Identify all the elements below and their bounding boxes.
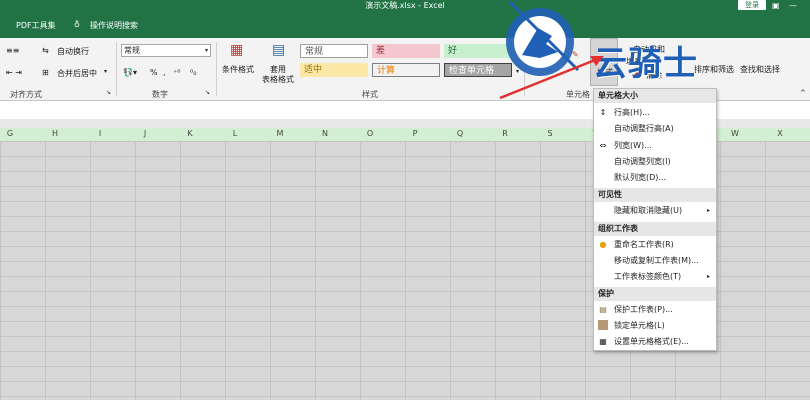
comma-icon[interactable]: , [163,68,166,77]
style-calculation[interactable]: 计算 [372,63,440,77]
menu-section-cell-size: 单元格大小 [594,89,716,103]
column-header[interactable]: M [270,129,290,138]
lightbulb-icon: ♁ [74,20,80,29]
dialog-launcher-icon[interactable]: ↘ [205,89,210,96]
column-header[interactable]: H [45,129,65,138]
column-header[interactable]: S [540,129,560,138]
merge-center-button[interactable]: 合并后居中 [57,68,97,79]
column-header[interactable]: N [315,129,335,138]
style-normal[interactable]: 常规 [300,44,368,58]
divider [216,42,217,96]
protect-sheet-icon: ▤ [599,305,607,314]
percent-icon[interactable]: % [150,68,158,77]
style-neutral[interactable]: 适中 [300,63,368,77]
align-icons[interactable]: ≡≡ [6,46,19,55]
collapse-ribbon-icon[interactable]: ^ [800,89,806,97]
chevron-down-icon: ▾ [204,47,208,54]
conditional-format-icon: ▦ [230,42,244,58]
indent-icons[interactable]: ⇤ ⇥ [6,68,22,77]
format-dropdown-menu: 单元格大小 ⇕ 行高(H)... 自动调整行高(A) ⇔ 列宽(W)... 自动… [593,88,717,351]
style-bad[interactable]: 差 [372,44,440,58]
column-header[interactable]: X [770,129,790,138]
column-header[interactable]: G [0,129,20,138]
table-format-icon: ▤ [272,42,286,58]
table-format-line2[interactable]: 表格格式 [262,74,294,85]
column-header[interactable]: P [405,129,425,138]
increase-decimal-icon[interactable]: ⁺⁰ [173,68,180,77]
menu-item-lock-cell[interactable]: 锁定单元格(L) [614,320,665,332]
number-group-label: 数字 [152,90,168,99]
menu-item-row-height[interactable]: 行高(H)... [614,107,650,119]
currency-icon[interactable]: 💱▾ [123,68,137,77]
wrap-text-button[interactable]: 自动换行 [57,46,89,57]
tab-pdf-tools[interactable]: PDF工具集 [16,20,56,31]
menu-item-autofit-column-width[interactable]: 自动调整列宽(I) [614,156,671,168]
decrease-decimal-icon[interactable]: ⁰₀ [190,68,196,77]
menu-item-format-cells[interactable]: 设置单元格格式(E)... [614,336,689,348]
lock-cell-icon [598,320,608,330]
menu-item-protect-sheet[interactable]: 保护工作表(P)... [614,304,673,316]
row-height-icon: ⇕ [599,108,607,117]
number-format-value: 常规 [124,46,140,55]
menu-item-column-width[interactable]: 列宽(W)... [614,140,652,152]
column-header[interactable]: R [495,129,515,138]
number-format-select[interactable]: 常规 ▾ [121,44,211,57]
merge-icon: ⊞ [42,68,49,77]
column-width-icon: ⇔ [599,141,607,150]
menu-item-default-width[interactable]: 默认列宽(D)... [614,172,666,184]
menu-section-organize-sheets: 组织工作表 [594,222,716,236]
menu-item-rename-sheet[interactable]: 重命名工作表(R) [614,239,674,251]
column-header[interactable]: W [725,129,745,138]
menu-item-tab-color[interactable]: 工作表标签颜色(T) [614,271,681,283]
chevron-right-icon: ▸ [706,273,710,280]
menu-item-autofit-row-height[interactable]: 自动调整行高(A) [614,123,674,135]
menu-section-visibility: 可见性 [594,188,716,202]
column-header[interactable]: K [180,129,200,138]
tell-me-search[interactable]: 操作说明搜索 [90,20,138,31]
wrap-text-icon: ⇆ [42,46,49,55]
column-header[interactable]: L [225,129,245,138]
dialog-launcher-icon[interactable]: ↘ [106,89,111,96]
styles-group-label: 样式 [362,90,378,99]
alignment-group-label: 对齐方式 [10,90,42,99]
chevron-down-icon[interactable]: ▾ [104,68,107,75]
column-header[interactable]: I [90,129,110,138]
chevron-right-icon: ▸ [706,207,710,214]
watermark-text: 云骑士 [593,44,698,84]
format-cells-icon: ▦ [599,337,607,346]
column-header[interactable]: Q [450,129,470,138]
menu-item-move-copy-sheet[interactable]: 移动或复制工作表(M)... [614,255,699,267]
conditional-format-button[interactable]: 条件格式 [222,64,254,75]
menu-section-protection: 保护 [594,287,716,301]
column-header[interactable]: J [135,129,155,138]
column-header[interactable]: O [360,129,380,138]
cells-group-label: 单元格 [566,90,590,99]
rename-sheet-icon: ● [599,240,607,249]
menu-item-hide-unhide[interactable]: 隐藏和取消隐藏(U) [614,205,682,217]
divider [116,42,117,96]
